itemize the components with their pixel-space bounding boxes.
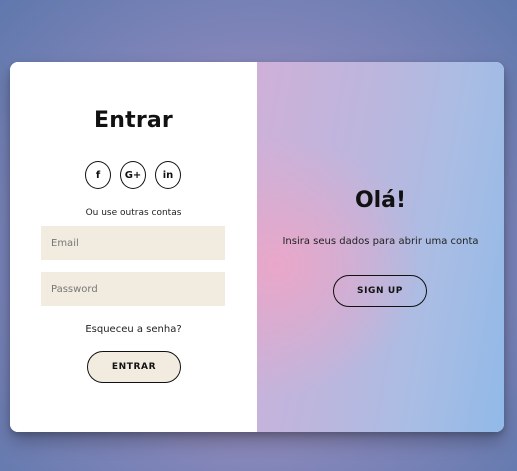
facebook-login-button[interactable]: f [85, 161, 111, 189]
sign-up-description: Insira seus dados para abrir uma conta [282, 236, 479, 247]
sign-in-panel: Entrar f G+ in Ou use outras contas Esqu… [10, 62, 257, 432]
linkedin-login-button[interactable]: in [155, 161, 181, 189]
email-input[interactable] [41, 226, 225, 260]
password-input[interactable] [41, 272, 225, 306]
sign-in-title: Entrar [94, 108, 173, 133]
other-accounts-text: Ou use outras contas [85, 208, 182, 218]
linkedin-icon: in [162, 169, 174, 181]
sign-up-panel: Olá! Insira seus dados para abrir uma co… [257, 62, 504, 432]
social-login-group: f G+ in [85, 161, 183, 191]
forgot-password-link[interactable]: Esqueceu a senha? [10, 324, 257, 335]
auth-card: Entrar f G+ in Ou use outras contas Esqu… [10, 62, 504, 432]
google-plus-login-button[interactable]: G+ [120, 161, 146, 189]
sign-up-button[interactable]: SIGN UP [333, 275, 427, 307]
sign-in-button[interactable]: ENTRAR [87, 351, 181, 383]
facebook-icon: f [95, 169, 101, 181]
sign-up-title: Olá! [354, 188, 407, 213]
google-plus-icon: G+ [124, 169, 142, 181]
